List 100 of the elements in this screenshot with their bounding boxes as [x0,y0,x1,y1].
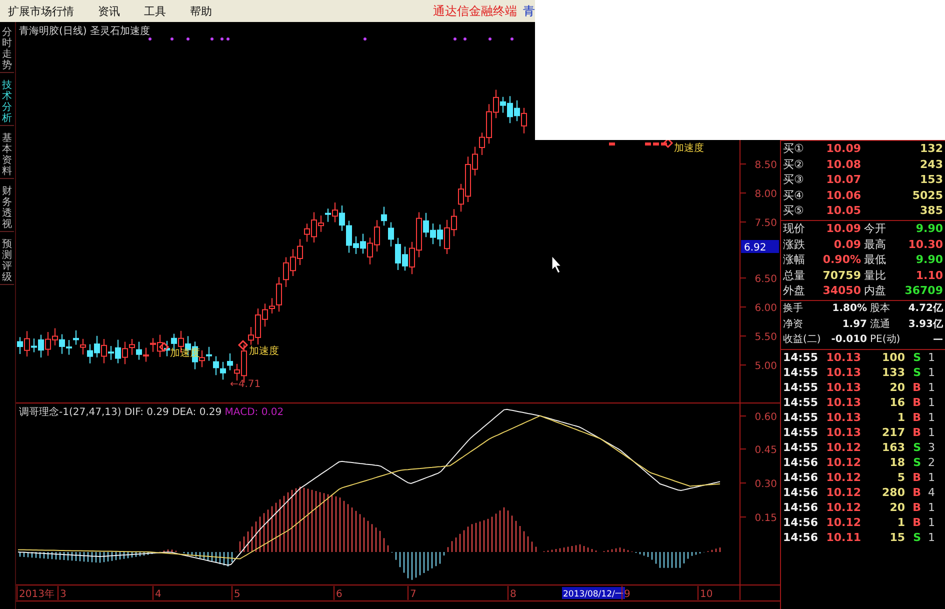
date-axis-label: 8 [510,589,516,600]
stat-label: 外盘 [783,283,806,299]
indicator-axis-label: 0.60 [754,412,777,423]
trade-count: 1 [927,394,935,410]
menu-item[interactable]: 工具 [136,4,182,18]
stat-value: -0.010 [830,333,867,348]
bid-label: 买③ [783,172,805,188]
bid-price: 10.06 [825,188,861,204]
stat-value: 1.97 [841,318,867,332]
trade-count: 1 [927,424,935,440]
trade-price: 10.12 [825,454,861,470]
menu-item[interactable]: 帮助 [182,4,228,18]
trade-side: S [912,440,921,455]
trade-count: 1 [927,500,935,515]
trade-volume: 133 [881,364,905,380]
signal-label: 加速度 [674,143,704,154]
side-tab[interactable]: 技术分析 [0,79,14,126]
stat-label: 流通 [869,318,891,332]
trade-volume: 217 [881,424,905,440]
trade-volume: 1 [896,514,905,530]
bid-price: 10.08 [825,156,861,172]
date-axis-label: 3 [60,589,66,600]
trade-side: B [912,394,921,410]
menu-item[interactable]: 扩展市场行情 [0,4,90,18]
stat-label: 量比 [863,268,887,284]
diamond-marker-icon [662,138,674,148]
stat-label: 最低 [863,252,887,268]
date-axis-label: 4 [155,589,162,600]
side-tab[interactable]: 分时走势 [0,26,14,73]
trade-price: 10.13 [825,410,861,425]
trade-price: 10.13 [825,350,861,365]
trade-time: 14:56 [783,514,819,530]
price-axis-label: 7.50 [754,218,777,229]
trade-count: 1 [927,514,935,530]
menu-item[interactable]: 资讯 [90,4,136,18]
bid-volume: 153 [919,172,943,188]
low-price-marker: ←4.71 [230,379,261,390]
trade-price: 10.13 [825,380,861,395]
stat-label: 总量 [783,268,806,284]
stat-value: 36709 [904,283,943,299]
stat-label: 换手 [783,302,804,316]
stat-value: 9.90 [914,220,943,237]
stat-label: 净资 [783,318,804,332]
trade-price: 10.12 [825,484,861,500]
trade-side: S [912,364,921,380]
trade-side: B [912,484,921,500]
trade-side: B [912,500,921,515]
stock-name-text: 青 [523,2,535,20]
trade-count: 1 [927,470,935,485]
trade-count: 4 [927,484,935,500]
side-tab[interactable]: 财务透视 [0,185,14,232]
stat-label: 股本 [869,302,891,316]
candlestick [609,142,615,146]
stat-label: 收益(二) [783,333,822,348]
diamond-marker-icon [158,342,170,352]
trade-volume: 163 [881,440,905,455]
trade-price: 10.12 [825,440,861,455]
mouse-pointer-icon [552,255,562,274]
trade-price: 10.12 [825,500,861,515]
signal-label: 加速度 [249,346,279,357]
trade-count: 1 [927,410,935,425]
trade-time: 14:56 [783,500,819,515]
trade-price: 10.11 [825,530,861,545]
trade-side: S [912,530,921,545]
trade-side: B [912,514,921,530]
chart-title: 青海明胶(日线) 圣灵石加速度 [19,26,150,37]
price-axis-label: 6.50 [754,274,777,285]
trade-price: 10.12 [825,514,861,530]
app-title: 通达信金融终端 [433,2,517,20]
stat-value: 1.10 [914,268,943,284]
stat-label: 最高 [863,236,887,252]
trade-volume: 100 [881,350,905,365]
stat-label: PE(动) [869,333,902,348]
trade-price: 10.13 [825,424,861,440]
indicator-axis-label: 0.45 [754,445,777,456]
macd-value: MACD: 0.02 [224,407,284,418]
bid-label: 买⑤ [783,203,805,219]
stat-value: 4.72亿 [907,302,943,316]
price-axis-label: 8.00 [754,189,777,200]
date-axis-label: 10 [700,589,713,600]
trade-time: 14:56 [783,530,819,545]
indicator-axis-label: 0.30 [754,479,777,490]
stat-value: 0.09 [832,236,861,252]
bid-label: 买② [783,156,805,172]
trade-volume: 1 [896,410,905,425]
stat-value: 10.30 [907,236,943,252]
trade-volume: 18 [888,454,905,470]
trade-volume: 20 [888,380,905,395]
indicator-axis-label: 0.15 [754,513,777,524]
price-axis-label: 6.00 [754,303,777,314]
side-tab[interactable]: 预测评级 [0,238,14,285]
trade-time: 14:55 [783,394,819,410]
stat-value: 34050 [822,283,861,299]
trade-count: 1 [927,364,935,380]
trade-volume: 20 [888,500,905,515]
bid-label: 买① [783,141,805,157]
trade-time: 14:56 [783,454,819,470]
trade-price: 10.13 [825,364,861,380]
cursor-price-label: 6.92 [741,240,779,254]
side-tab[interactable]: 基本资料 [0,132,14,179]
